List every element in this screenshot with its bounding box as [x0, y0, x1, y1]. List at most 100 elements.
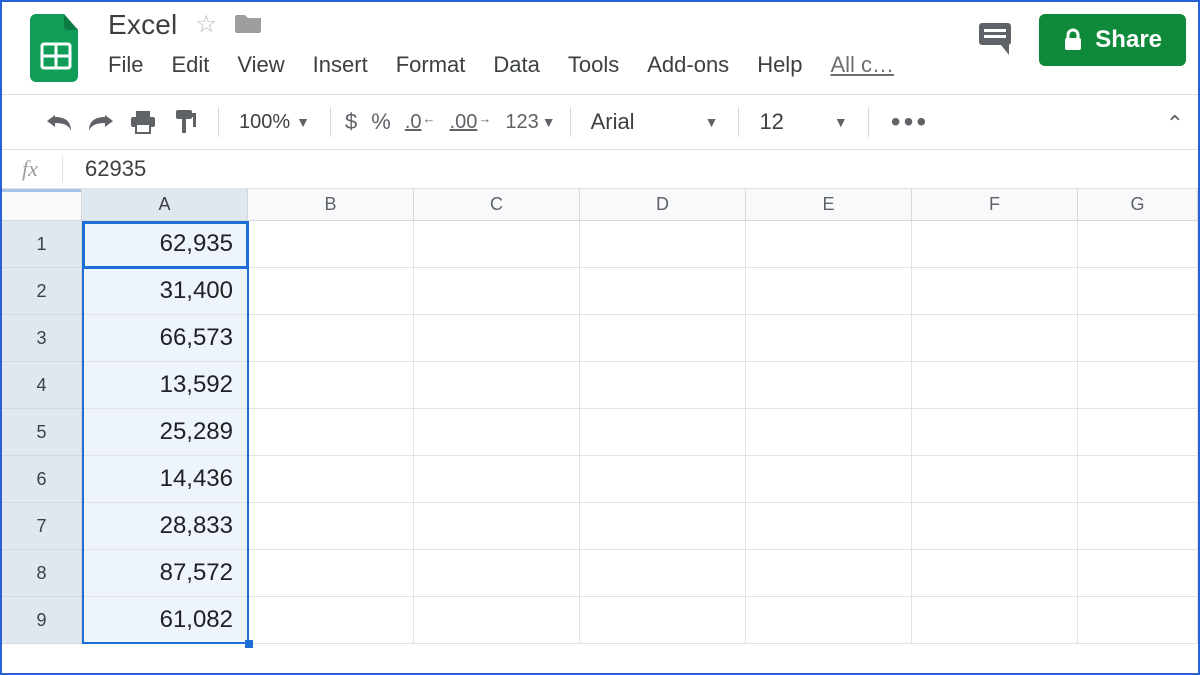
cell[interactable] [580, 550, 746, 597]
cell[interactable] [912, 409, 1078, 456]
currency-button[interactable]: $ [345, 109, 357, 135]
col-header-d[interactable]: D [580, 189, 746, 221]
cell[interactable] [746, 362, 912, 409]
comments-icon[interactable] [975, 19, 1015, 62]
row-header[interactable]: 4 [2, 362, 82, 409]
paint-format-button[interactable] [166, 104, 204, 140]
menu-format[interactable]: Format [396, 52, 466, 78]
cell[interactable] [248, 268, 414, 315]
cell-a9[interactable]: 61,082 [82, 597, 248, 644]
cell[interactable] [414, 503, 580, 550]
more-toolbar-button[interactable]: ••• [883, 106, 929, 138]
cell[interactable] [414, 268, 580, 315]
cell[interactable] [580, 362, 746, 409]
print-button[interactable] [124, 104, 162, 140]
number-format-select[interactable]: 123 ▼ [505, 111, 555, 134]
cell[interactable] [746, 550, 912, 597]
cell[interactable] [1078, 550, 1198, 597]
row-header[interactable]: 2 [2, 268, 82, 315]
cell-a2[interactable]: 31,400 [82, 268, 248, 315]
fill-handle[interactable] [245, 640, 253, 648]
cell[interactable] [414, 550, 580, 597]
cell[interactable] [1078, 315, 1198, 362]
undo-button[interactable] [40, 104, 78, 140]
cell[interactable] [580, 456, 746, 503]
cell[interactable] [248, 221, 414, 268]
col-header-b[interactable]: B [248, 189, 414, 221]
row-header[interactable]: 8 [2, 550, 82, 597]
menu-tools[interactable]: Tools [568, 52, 619, 78]
cell[interactable] [1078, 597, 1198, 644]
cell-a8[interactable]: 87,572 [82, 550, 248, 597]
cell[interactable] [746, 221, 912, 268]
cell[interactable] [580, 597, 746, 644]
cell[interactable] [580, 315, 746, 362]
cell[interactable] [248, 456, 414, 503]
cell[interactable] [912, 268, 1078, 315]
cell[interactable] [746, 597, 912, 644]
cell[interactable] [746, 315, 912, 362]
col-header-g[interactable]: G [1078, 189, 1198, 221]
row-header[interactable]: 3 [2, 315, 82, 362]
cell-a5[interactable]: 25,289 [82, 409, 248, 456]
row-header[interactable]: 6 [2, 456, 82, 503]
cell[interactable] [1078, 221, 1198, 268]
star-icon[interactable]: ☆ [195, 13, 217, 37]
cell[interactable] [248, 409, 414, 456]
font-select[interactable]: Arial ▼ [585, 109, 725, 135]
select-all-corner[interactable] [2, 189, 82, 221]
cell[interactable] [746, 456, 912, 503]
cell[interactable] [248, 503, 414, 550]
cell[interactable] [912, 503, 1078, 550]
cell[interactable] [912, 362, 1078, 409]
menu-data[interactable]: Data [493, 52, 539, 78]
cell[interactable] [414, 362, 580, 409]
increase-decimal-button[interactable]: .00 → [450, 111, 492, 134]
cell[interactable] [1078, 456, 1198, 503]
font-size-select[interactable]: 12 ▼ [753, 109, 853, 135]
cell[interactable] [248, 597, 414, 644]
cell[interactable] [1078, 503, 1198, 550]
cell[interactable] [912, 221, 1078, 268]
cell[interactable] [248, 362, 414, 409]
col-header-e[interactable]: E [746, 189, 912, 221]
cell[interactable] [746, 409, 912, 456]
menu-edit[interactable]: Edit [171, 52, 209, 78]
cell[interactable] [912, 315, 1078, 362]
cell[interactable] [580, 503, 746, 550]
menu-view[interactable]: View [237, 52, 284, 78]
cell[interactable] [414, 221, 580, 268]
cell[interactable] [580, 221, 746, 268]
cell[interactable] [580, 268, 746, 315]
zoom-select[interactable]: 100% ▼ [233, 111, 316, 134]
cell-a6[interactable]: 14,436 [82, 456, 248, 503]
percent-button[interactable]: % [371, 109, 391, 135]
cell[interactable] [248, 550, 414, 597]
share-button[interactable]: Share [1039, 14, 1186, 66]
col-header-a[interactable]: A [82, 189, 248, 221]
redo-button[interactable] [82, 104, 120, 140]
cell[interactable] [414, 409, 580, 456]
cell[interactable] [746, 268, 912, 315]
cell[interactable] [1078, 268, 1198, 315]
folder-icon[interactable] [235, 12, 263, 39]
menu-help[interactable]: Help [757, 52, 802, 78]
cell[interactable] [912, 597, 1078, 644]
row-header[interactable]: 1 [2, 221, 82, 268]
cell[interactable] [248, 315, 414, 362]
cell[interactable] [580, 409, 746, 456]
menu-insert[interactable]: Insert [313, 52, 368, 78]
cell[interactable] [912, 456, 1078, 503]
col-header-f[interactable]: F [912, 189, 1078, 221]
cell[interactable] [746, 503, 912, 550]
menu-overflow[interactable]: All c… [830, 52, 894, 78]
decrease-decimal-button[interactable]: .0 ← [405, 111, 436, 134]
menu-addons[interactable]: Add-ons [647, 52, 729, 78]
cell[interactable] [1078, 362, 1198, 409]
document-title[interactable]: Excel [108, 9, 177, 41]
row-header[interactable]: 7 [2, 503, 82, 550]
cell-a4[interactable]: 13,592 [82, 362, 248, 409]
cell[interactable] [1078, 409, 1198, 456]
row-header[interactable]: 5 [2, 409, 82, 456]
cell[interactable] [414, 597, 580, 644]
